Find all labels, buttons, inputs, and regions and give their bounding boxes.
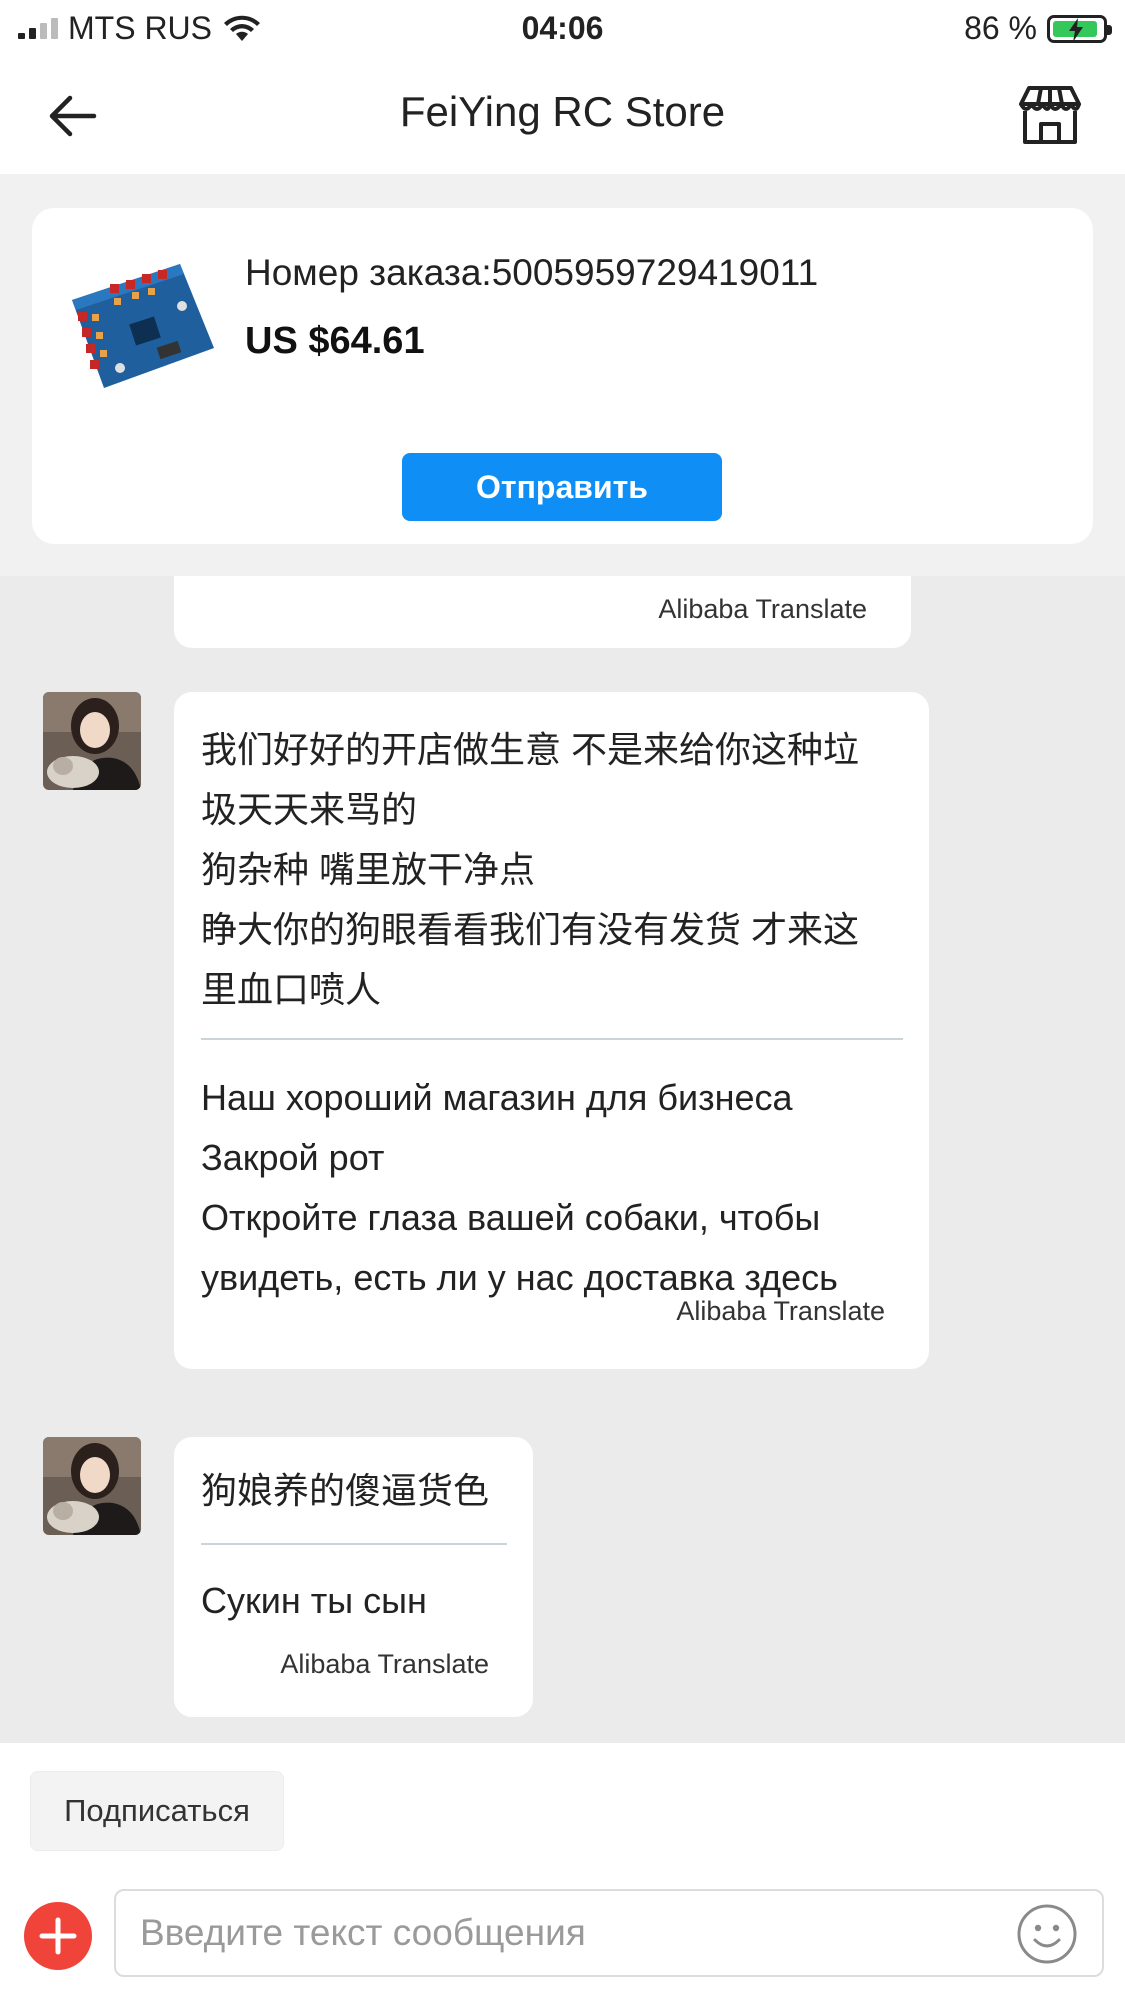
translate-tag: Alibaba Translate (280, 1649, 489, 1679)
chat-area[interactable]: Alibaba Translate 我们好好的开店做生意 不是来给你这种垃 圾天… (0, 576, 1125, 1743)
message-bubble: Alibaba Translate (174, 576, 911, 648)
subscribe-button[interactable]: Подписаться (30, 1771, 284, 1851)
translation-divider (201, 1038, 903, 1040)
order-card[interactable]: Номер заказа:5005959729419011 US $64.61 … (32, 208, 1093, 544)
nav-bar: FeiYing RC Store (0, 58, 1125, 174)
translated-text: Сукин ты сын (201, 1580, 427, 1621)
translate-tag: Alibaba Translate (676, 1296, 885, 1326)
message-bubble: 我们好好的开店做生意 不是来给你这种垃 圾天天来骂的 狗杂种 嘴里放干净点 睁大… (174, 692, 929, 1369)
avatar[interactable] (43, 692, 141, 790)
translation-divider (201, 1543, 507, 1545)
battery-icon (1047, 14, 1112, 43)
page-title: FeiYing RC Store (399, 88, 726, 135)
translate-tag: Alibaba Translate (658, 594, 867, 624)
status-right: 86 % (964, 10, 1112, 47)
battery-percent: 86 % (964, 10, 1037, 46)
add-attachment-icon[interactable] (24, 1902, 92, 1970)
original-text: 我们好好的开店做生意 不是来给你这种垃 圾天天来骂的 狗杂种 嘴里放干净点 睁大… (201, 729, 860, 1010)
status-bar: MTS RUS 04:06 86 % (0, 0, 1125, 58)
message-input[interactable] (114, 1889, 1104, 1977)
order-number: Номер заказа:5005959729419011 (245, 252, 819, 293)
message-bubble: 狗娘养的傻逼货色 Сукин ты сын Alibaba Translate (174, 1437, 533, 1717)
translated-text: Наш хороший магазин для бизнеса Закрой р… (201, 1077, 838, 1298)
send-order-button[interactable]: Отправить (402, 453, 722, 521)
order-price: US $64.61 (245, 320, 425, 362)
order-panel: Номер заказа:5005959729419011 US $64.61 … (0, 174, 1125, 576)
storefront-icon[interactable] (1017, 84, 1083, 146)
status-time: 04:06 (521, 10, 604, 46)
original-text: 狗娘养的傻逼货色 (201, 1470, 490, 1511)
composer: Подписаться (0, 1743, 1125, 2000)
avatar[interactable] (43, 1437, 141, 1535)
product-image (72, 264, 214, 388)
emoji-icon[interactable] (1016, 1903, 1078, 1965)
